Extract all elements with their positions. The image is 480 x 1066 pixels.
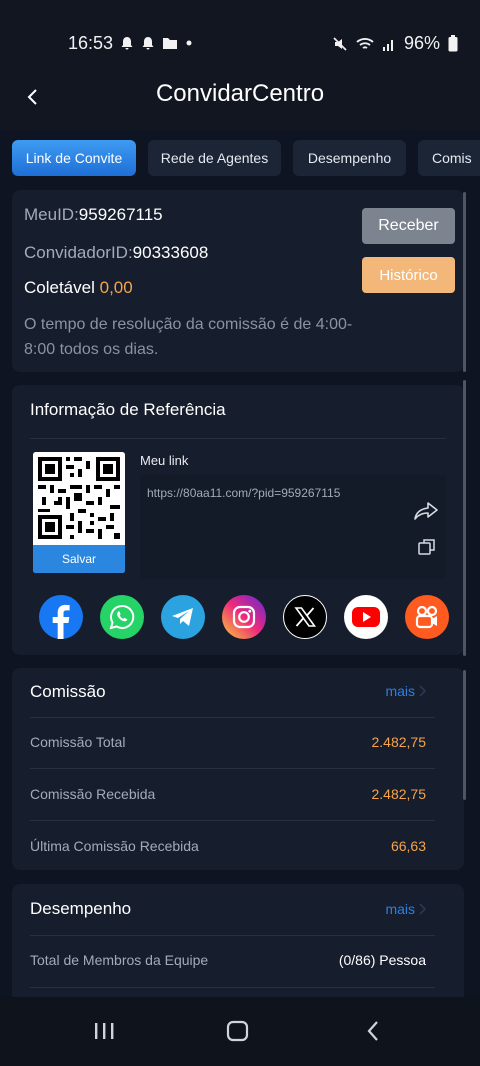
- copy-icon: [418, 539, 435, 555]
- x-share-button[interactable]: [283, 595, 327, 639]
- commission-more-label: mais: [385, 683, 415, 699]
- telegram-share-button[interactable]: [161, 595, 205, 639]
- tab-rede-de-agentes[interactable]: Rede de Agentes: [148, 140, 281, 176]
- divider: [30, 935, 435, 936]
- qr-code-image: [33, 452, 125, 544]
- save-qr-button[interactable]: Salvar: [33, 545, 125, 573]
- copy-button[interactable]: [417, 537, 437, 562]
- facebook-icon: [40, 596, 82, 639]
- tab-comissao[interactable]: Comis: [418, 140, 480, 176]
- whatsapp-icon: [109, 604, 135, 630]
- tab-desempenho[interactable]: Desempenho: [293, 140, 406, 176]
- received-commission-value: 2.482,75: [371, 786, 427, 802]
- x-icon: [294, 607, 317, 627]
- inviter-id-line: ConvidadorID:90333608: [24, 243, 208, 263]
- home-button[interactable]: [218, 1015, 258, 1047]
- notification-icons: [120, 36, 193, 50]
- referral-title: Informação de Referência: [30, 400, 226, 419]
- whatsapp-share-button[interactable]: [100, 595, 144, 639]
- mute-icon: [333, 36, 347, 51]
- tab-link-de-convite[interactable]: Link de Convite: [12, 140, 136, 176]
- my-id-value: 959267115: [78, 205, 163, 224]
- instagram-share-button[interactable]: [222, 595, 266, 639]
- battery-icon: [448, 35, 458, 52]
- divider: [30, 987, 435, 988]
- instagram-icon: [232, 605, 256, 629]
- status-time: 16:53: [68, 33, 114, 53]
- system-back-button[interactable]: [353, 1015, 393, 1047]
- my-id-label: MeuID:: [24, 205, 79, 224]
- chevron-right-icon: [419, 903, 426, 915]
- kwai-icon: [415, 605, 438, 629]
- collectable-label: Coletável: [24, 278, 95, 297]
- share-button[interactable]: [413, 501, 439, 526]
- divider: [30, 717, 435, 718]
- total-commission-value: 2.482,75: [371, 734, 427, 750]
- chevron-right-icon: [419, 685, 426, 697]
- received-commission-label: Comissão Recebida: [30, 786, 156, 802]
- tab-bar: Link de Convite Rede de Agentes Desempen…: [0, 140, 480, 178]
- performance-more-link[interactable]: mais: [385, 901, 426, 917]
- qr-code-card: Salvar: [33, 452, 125, 573]
- last-commission-value: 66,63: [390, 838, 426, 854]
- youtube-icon: [352, 607, 380, 627]
- last-commission-label: Última Comissão Recebida: [30, 838, 199, 854]
- divider: [30, 438, 446, 439]
- facebook-share-button[interactable]: [39, 595, 83, 639]
- collectable-line: Coletável 0,00: [24, 278, 133, 298]
- inviter-id-value: 90333608: [132, 243, 209, 262]
- recent-apps-button[interactable]: [84, 1015, 124, 1047]
- bell-icon: [121, 37, 133, 50]
- inviter-id-label: ConvidadorID:: [24, 243, 133, 262]
- system-icons: 96%: [332, 33, 458, 54]
- scrollbar[interactable]: [463, 380, 466, 656]
- dot-icon: [186, 40, 192, 46]
- app-screen: 16:53 96% ConvidarCentro Link de Convite…: [0, 0, 480, 1066]
- divider: [30, 820, 435, 821]
- history-button[interactable]: Histórico: [362, 257, 455, 293]
- team-members-value: (0/86) Pessoa: [338, 952, 426, 968]
- battery-percentage: 96%: [403, 33, 440, 53]
- commission-title: Comissão: [30, 682, 106, 701]
- signal-icon: [382, 39, 393, 51]
- my-id-line: MeuID:959267115: [24, 205, 163, 225]
- home-icon: [226, 1020, 249, 1042]
- scrollbar[interactable]: [463, 192, 466, 372]
- collectable-value: 0,00: [99, 278, 133, 297]
- total-commission-label: Comissão Total: [30, 734, 126, 750]
- receive-button[interactable]: Receber: [362, 208, 455, 244]
- scrollbar[interactable]: [463, 670, 466, 800]
- performance-more-label: mais: [385, 901, 415, 917]
- recent-apps-icon: [95, 1023, 114, 1039]
- my-link-box: https://80aa11.com/?pid=959267115: [140, 475, 446, 579]
- wifi-icon: [356, 37, 374, 49]
- folder-icon: [163, 38, 177, 49]
- page-header: ConvidarCentro: [0, 70, 480, 130]
- divider: [30, 768, 435, 769]
- page-title: ConvidarCentro: [155, 80, 325, 107]
- back-icon: [367, 1021, 378, 1041]
- system-nav-bar: [0, 997, 480, 1066]
- share-icon: [414, 502, 438, 520]
- bell-icon: [142, 37, 154, 50]
- team-members-label: Total de Membros da Equipe: [30, 952, 209, 968]
- kwai-share-button[interactable]: [405, 595, 449, 639]
- performance-title: Desempenho: [30, 899, 132, 918]
- referral-url[interactable]: https://80aa11.com/?pid=959267115: [147, 486, 340, 500]
- my-link-label: Meu link: [140, 453, 189, 468]
- status-bar: 16:53 96%: [0, 0, 480, 70]
- commission-more-link[interactable]: mais: [385, 683, 426, 699]
- telegram-icon: [172, 608, 193, 626]
- commission-time-note: O tempo de resolução da comissão é de 4:…: [24, 316, 353, 358]
- youtube-share-button[interactable]: [344, 595, 388, 639]
